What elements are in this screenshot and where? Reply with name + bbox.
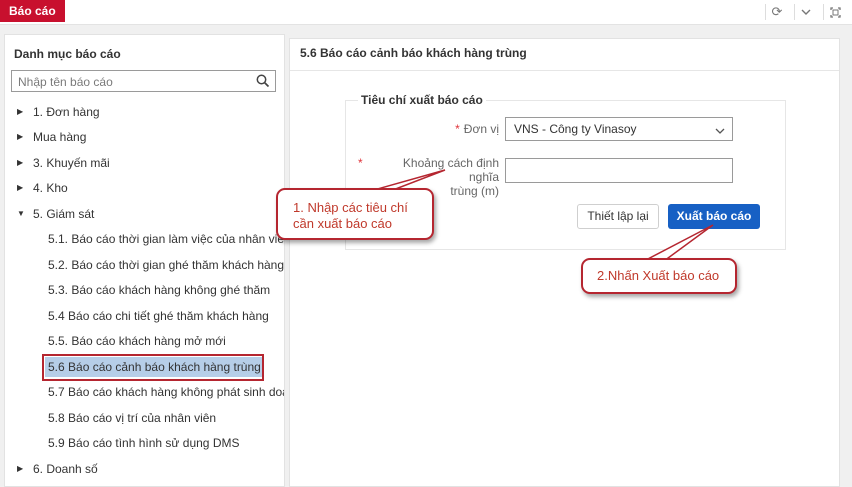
callout-step-1-line2: cần xuất báo cáo	[293, 216, 393, 231]
annotation-arrows	[373, 169, 714, 262]
callout-step-2: 2.Nhấn Xuất báo cáo	[581, 258, 737, 294]
callout-step-2-text: 2.Nhấn Xuất báo cáo	[597, 268, 720, 283]
callout-1-pointer	[373, 169, 446, 191]
callout-2-pointer	[643, 224, 714, 262]
callout-step-1-line1: 1. Nhập các tiêu chí	[293, 200, 408, 215]
callout-step-1: 1. Nhập các tiêu chí cần xuất báo cáo	[276, 188, 434, 240]
